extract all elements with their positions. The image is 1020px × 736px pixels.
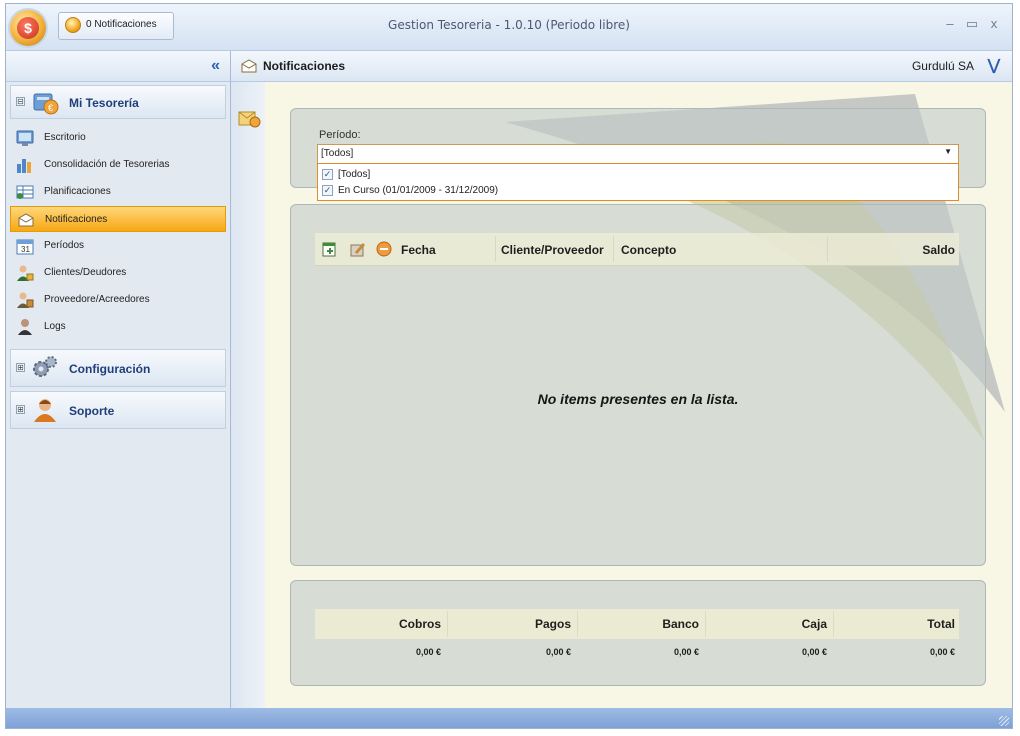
totals-value-pagos: 0,00 € <box>545 647 571 657</box>
expand-toggle-icon[interactable]: ⊞ <box>16 363 25 372</box>
bar-chart-icon <box>17 159 31 173</box>
totals-header-banco: Banco <box>662 617 699 631</box>
group-label: Soporte <box>69 404 115 418</box>
delete-icon[interactable] <box>375 240 393 258</box>
period-value: [Todos] <box>321 148 354 159</box>
sidebar-item-label: Proveedore/Acreedores <box>44 294 150 305</box>
dropdown-arrow-icon[interactable]: ▼ <box>944 147 952 156</box>
treasury-icon: € <box>33 93 59 115</box>
navigation-pane: « ⊟ € Mi Tesorería Escritorio Consolidac… <box>6 51 231 708</box>
minimize-button[interactable]: – <box>942 16 958 31</box>
suppliers-icon <box>17 292 34 308</box>
totals-value-caja: 0,00 € <box>801 647 827 657</box>
app-window: $ 0 Notificaciones Gestion Tesoreria - 1… <box>5 3 1013 729</box>
period-filter-panel: Período: [Todos] ▼ ✓ [Todos] ✓ En Curso … <box>290 108 986 201</box>
column-divider <box>827 236 828 262</box>
sidebar-item-label: Notificaciones <box>45 214 108 225</box>
status-bar <box>6 708 1012 728</box>
totals-header-cobros: Cobros <box>399 617 441 631</box>
sidebar-item-label: Clientes/Deudores <box>44 267 127 278</box>
group-label: Configuración <box>69 362 151 376</box>
sidebar-item-planificaciones[interactable]: Planificaciones <box>10 179 226 205</box>
sidebar-item-label: Períodos <box>44 240 85 251</box>
notifications-icon <box>18 213 34 227</box>
group-label: Mi Tesorería <box>69 96 139 110</box>
content-header: Notificaciones Gurdulú SA ⋁ <box>231 51 1012 82</box>
totals-value-total: 0,00 € <box>929 647 955 657</box>
totals-header-total: Total <box>927 617 955 631</box>
add-icon[interactable] <box>321 240 339 258</box>
side-ribbon <box>231 82 266 708</box>
period-dropdown-list: ✓ [Todos] ✓ En Curso (01/01/2009 - 31/12… <box>317 163 959 201</box>
column-header-cliente[interactable]: Cliente/Proveedor <box>501 243 604 257</box>
totals-value-banco: 0,00 € <box>673 647 699 657</box>
notifications-icon <box>241 59 257 73</box>
maximize-button[interactable]: ▭ <box>964 16 980 32</box>
clients-icon <box>17 265 34 281</box>
group-configuracion[interactable]: ⊞ Configuración <box>10 349 226 387</box>
totals-value-cobros: 0,00 € <box>415 647 441 657</box>
sidebar-item-label: Escritorio <box>44 132 86 143</box>
sidebar-item-escritorio[interactable]: Escritorio <box>10 125 226 151</box>
company-name: Gurdulú SA <box>911 59 974 73</box>
support-agent-icon <box>34 399 56 422</box>
sidebar-item-consolidacion[interactable]: Consolidación de Tesorerias <box>10 152 226 178</box>
notifications-list-panel: Fecha Cliente/Proveedor Concepto Saldo N… <box>290 204 986 566</box>
column-divider <box>613 236 614 262</box>
checkbox[interactable]: ✓ <box>322 169 333 180</box>
logs-icon <box>18 319 32 335</box>
empty-list-message: No items presentes en la lista. <box>537 391 739 407</box>
group-soporte[interactable]: ⊞ Soporte <box>10 391 226 429</box>
totals-header-pagos: Pagos <box>534 617 571 631</box>
close-button[interactable]: x <box>986 16 1002 31</box>
expand-icon[interactable]: ⋁ <box>988 56 1000 74</box>
totals-panel: Cobros Pagos Banco Caja Total 0,00 € 0,0… <box>290 580 986 686</box>
gears-icon <box>33 356 57 377</box>
window-title: Gestion Tesoreria - 1.0.10 (Periodo libr… <box>388 18 630 32</box>
page-title: Notificaciones <box>263 59 346 73</box>
content-area: Período: [Todos] ▼ ✓ [Todos] ✓ En Curso … <box>265 82 1012 708</box>
edit-icon[interactable] <box>349 240 367 258</box>
resize-grip-icon[interactable] <box>999 716 1009 726</box>
desktop-icon <box>16 130 34 146</box>
nav-collapse-bar: « <box>6 51 230 82</box>
totals-header: Cobros Pagos Banco Caja Total <box>315 609 959 639</box>
column-header-concepto[interactable]: Concepto <box>621 243 676 257</box>
checkbox[interactable]: ✓ <box>322 185 333 196</box>
collapse-toggle-icon[interactable]: ⊟ <box>16 97 25 106</box>
sidebar-item-periodos[interactable]: 31 Períodos <box>10 233 226 259</box>
title-bar: $ 0 Notificaciones Gestion Tesoreria - 1… <box>6 4 1012 51</box>
expand-toggle-icon[interactable]: ⊞ <box>16 405 25 414</box>
totals-header-caja: Caja <box>801 617 827 631</box>
collapse-pane-icon[interactable]: « <box>211 57 220 75</box>
group-mi-tesoreria[interactable]: ⊟ € Mi Tesorería <box>10 85 226 119</box>
sidebar-item-notificaciones[interactable]: Notificaciones <box>10 206 226 232</box>
column-divider <box>495 236 496 262</box>
column-header-fecha[interactable]: Fecha <box>401 243 436 257</box>
period-label: Período: <box>319 129 361 141</box>
main-area: Notificaciones Gurdulú SA ⋁ Período: [To… <box>231 51 1012 708</box>
period-option-label: En Curso (01/01/2009 - 31/12/2009) <box>338 185 499 196</box>
list-header: Fecha Cliente/Proveedor Concepto Saldo <box>315 233 959 266</box>
svg-text:€: € <box>48 103 53 113</box>
period-combobox[interactable]: [Todos] ▼ <box>317 144 959 164</box>
sidebar-item-logs[interactable]: Logs <box>10 314 226 340</box>
sidebar-item-clientes[interactable]: Clientes/Deudores <box>10 260 226 286</box>
sidebar-item-label: Consolidación de Tesorerias <box>44 159 170 170</box>
period-option-label: [Todos] <box>338 169 371 180</box>
calendar-icon: 31 <box>16 239 34 255</box>
notifications-filter-icon[interactable] <box>237 106 261 128</box>
planning-icon <box>16 185 34 199</box>
sidebar-item-proveedores[interactable]: Proveedore/Acreedores <box>10 287 226 313</box>
sidebar-item-label: Logs <box>44 321 66 332</box>
sidebar-item-label: Planificaciones <box>44 186 111 197</box>
svg-text:31: 31 <box>21 245 30 254</box>
column-header-saldo[interactable]: Saldo <box>922 243 955 257</box>
